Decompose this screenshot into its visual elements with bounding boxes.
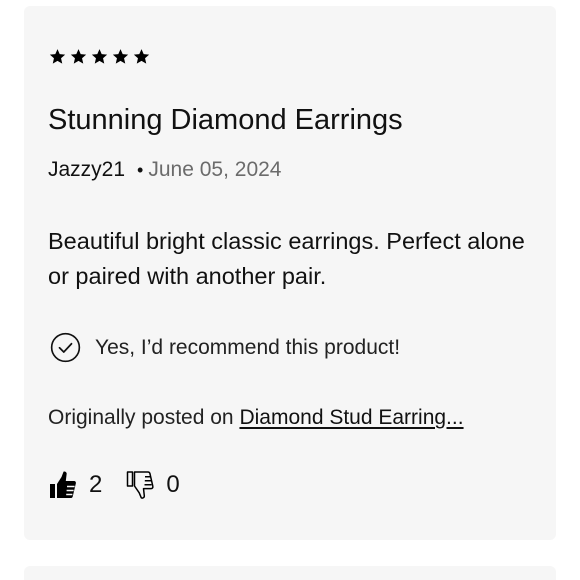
unhelpful-button[interactable]: 0 bbox=[126, 470, 180, 500]
check-circle-icon bbox=[50, 332, 81, 363]
star-icon bbox=[133, 49, 150, 64]
recommendation-text: Yes, I’d recommend this product! bbox=[95, 335, 401, 359]
thumbs-down-icon bbox=[127, 471, 154, 499]
review-page: Stunning Diamond Earrings Jazzy21 • June… bbox=[0, 0, 580, 580]
helpful-button[interactable]: 2 bbox=[49, 470, 102, 500]
meta-separator: • bbox=[137, 160, 144, 180]
helpful-count: 2 bbox=[89, 471, 103, 498]
review-body: Beautiful bright classic earrings. Perfe… bbox=[48, 228, 525, 289]
origin-product-link[interactable]: Diamond Stud Earring... bbox=[239, 406, 463, 429]
origin-prefix: Originally posted on bbox=[48, 406, 240, 429]
unhelpful-count: 0 bbox=[166, 471, 180, 498]
star-icon bbox=[70, 49, 87, 64]
recommendation: Yes, I’d recommend this product! bbox=[50, 332, 400, 363]
review-meta: Jazzy21 • June 05, 2024 bbox=[48, 156, 281, 184]
origin-note: Originally posted on Diamond Stud Earrin… bbox=[48, 404, 464, 432]
star-icon bbox=[91, 49, 108, 64]
star-rating bbox=[49, 48, 150, 65]
review-author: Jazzy21 bbox=[48, 158, 126, 181]
next-review-card bbox=[24, 566, 556, 580]
star-icon bbox=[112, 49, 129, 64]
review-date: June 05, 2024 bbox=[148, 158, 282, 181]
star-icon bbox=[49, 49, 66, 64]
review-title: Stunning Diamond Earrings bbox=[48, 104, 403, 136]
thumbs-up-icon bbox=[50, 471, 76, 498]
review-votes: 2 0 bbox=[49, 470, 180, 500]
